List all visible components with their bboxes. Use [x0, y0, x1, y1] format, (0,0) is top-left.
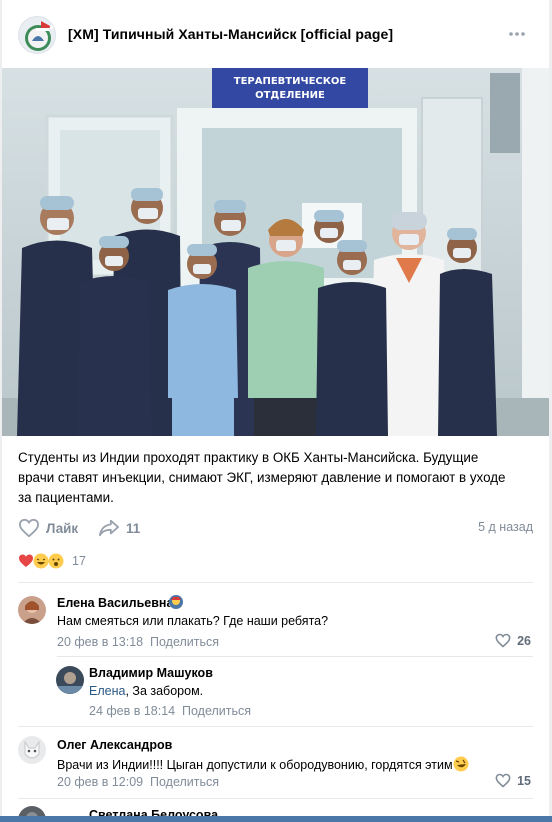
post-actions: Лайк 11 5 д назад: [18, 516, 533, 540]
divider: [18, 582, 533, 583]
reply-text: , За забором.: [125, 684, 204, 698]
heart-outline-icon: [495, 633, 511, 648]
comment-author[interactable]: Елена Васильевна: [57, 596, 173, 610]
laughing-emoji-icon: [33, 553, 49, 569]
comment-text: Врачи из Индии!!!! Цыган допустили к обо…: [57, 756, 469, 772]
comment-like-count: 15: [517, 773, 531, 788]
surprised-emoji-icon: [48, 553, 64, 569]
group-avatar[interactable]: [18, 16, 56, 54]
divider: [18, 798, 533, 799]
divider: [18, 726, 533, 727]
rofl-emoji-icon: [453, 756, 469, 772]
comment-avatar[interactable]: [18, 736, 46, 764]
comment-avatar[interactable]: [18, 596, 46, 624]
heart-outline-icon: [18, 518, 40, 538]
author-badge-icon: [169, 595, 183, 609]
like-label: Лайк: [46, 520, 79, 536]
comment-share-link[interactable]: Поделиться: [150, 635, 219, 649]
post-card: [ХМ] Типичный Ханты-Мансийск [official p…: [2, 0, 549, 822]
comment-like-count: 26: [517, 633, 531, 648]
share-arrow-icon: [99, 519, 119, 537]
post-date[interactable]: 5 д назад: [478, 520, 533, 534]
group-name-link[interactable]: [ХМ] Типичный Ханты-Мансийск [official p…: [68, 26, 393, 42]
share-count: 11: [126, 520, 141, 536]
like-button[interactable]: Лайк: [18, 516, 78, 540]
heart-reaction-icon: [19, 554, 33, 567]
heart-outline-icon: [495, 773, 511, 788]
comment-text: Нам смеяться или плакать? Где наши ребят…: [57, 614, 329, 628]
comment-like-button[interactable]: 15: [495, 773, 531, 788]
comment-share-link[interactable]: Поделиться: [150, 775, 219, 789]
comment-text-body: Врачи из Индии!!!! Цыган допустили к обо…: [57, 758, 453, 772]
department-sign-line1: ТЕРАПЕВТИЧЕСКОЕ: [234, 76, 347, 87]
comment-author[interactable]: Олег Александров: [57, 738, 172, 752]
comment-date[interactable]: 20 фев в 13:18: [57, 635, 143, 649]
comment-author[interactable]: Владимир Машуков: [89, 666, 213, 680]
comment-avatar[interactable]: [56, 666, 84, 694]
comment-date[interactable]: 24 фев в 18:14: [89, 704, 175, 718]
post-text: Студенты из Индии проходят практику в ОК…: [18, 450, 506, 505]
comment-text: Елена, За забором.: [89, 684, 203, 698]
more-options-icon[interactable]: [507, 24, 527, 44]
post-photo[interactable]: ТЕРАПЕВТИЧЕСКОЕ ОТДЕЛЕНИЕ: [2, 68, 549, 436]
comment-like-button[interactable]: 26: [495, 633, 531, 648]
department-sign-line2: ОТДЕЛЕНИЕ: [255, 90, 325, 101]
comment-share-link[interactable]: Поделиться: [182, 704, 251, 718]
reactions-summary[interactable]: 17: [18, 550, 86, 572]
divider: [57, 656, 533, 657]
post-header: [ХМ] Типичный Ханты-Мансийск [official p…: [2, 0, 549, 68]
share-button[interactable]: 11: [98, 516, 140, 540]
reply-to-link[interactable]: Елена: [89, 684, 125, 698]
reactions-count: 17: [72, 554, 86, 568]
comment-date[interactable]: 20 фев в 12:09: [57, 775, 143, 789]
bottom-bar: [0, 816, 552, 822]
